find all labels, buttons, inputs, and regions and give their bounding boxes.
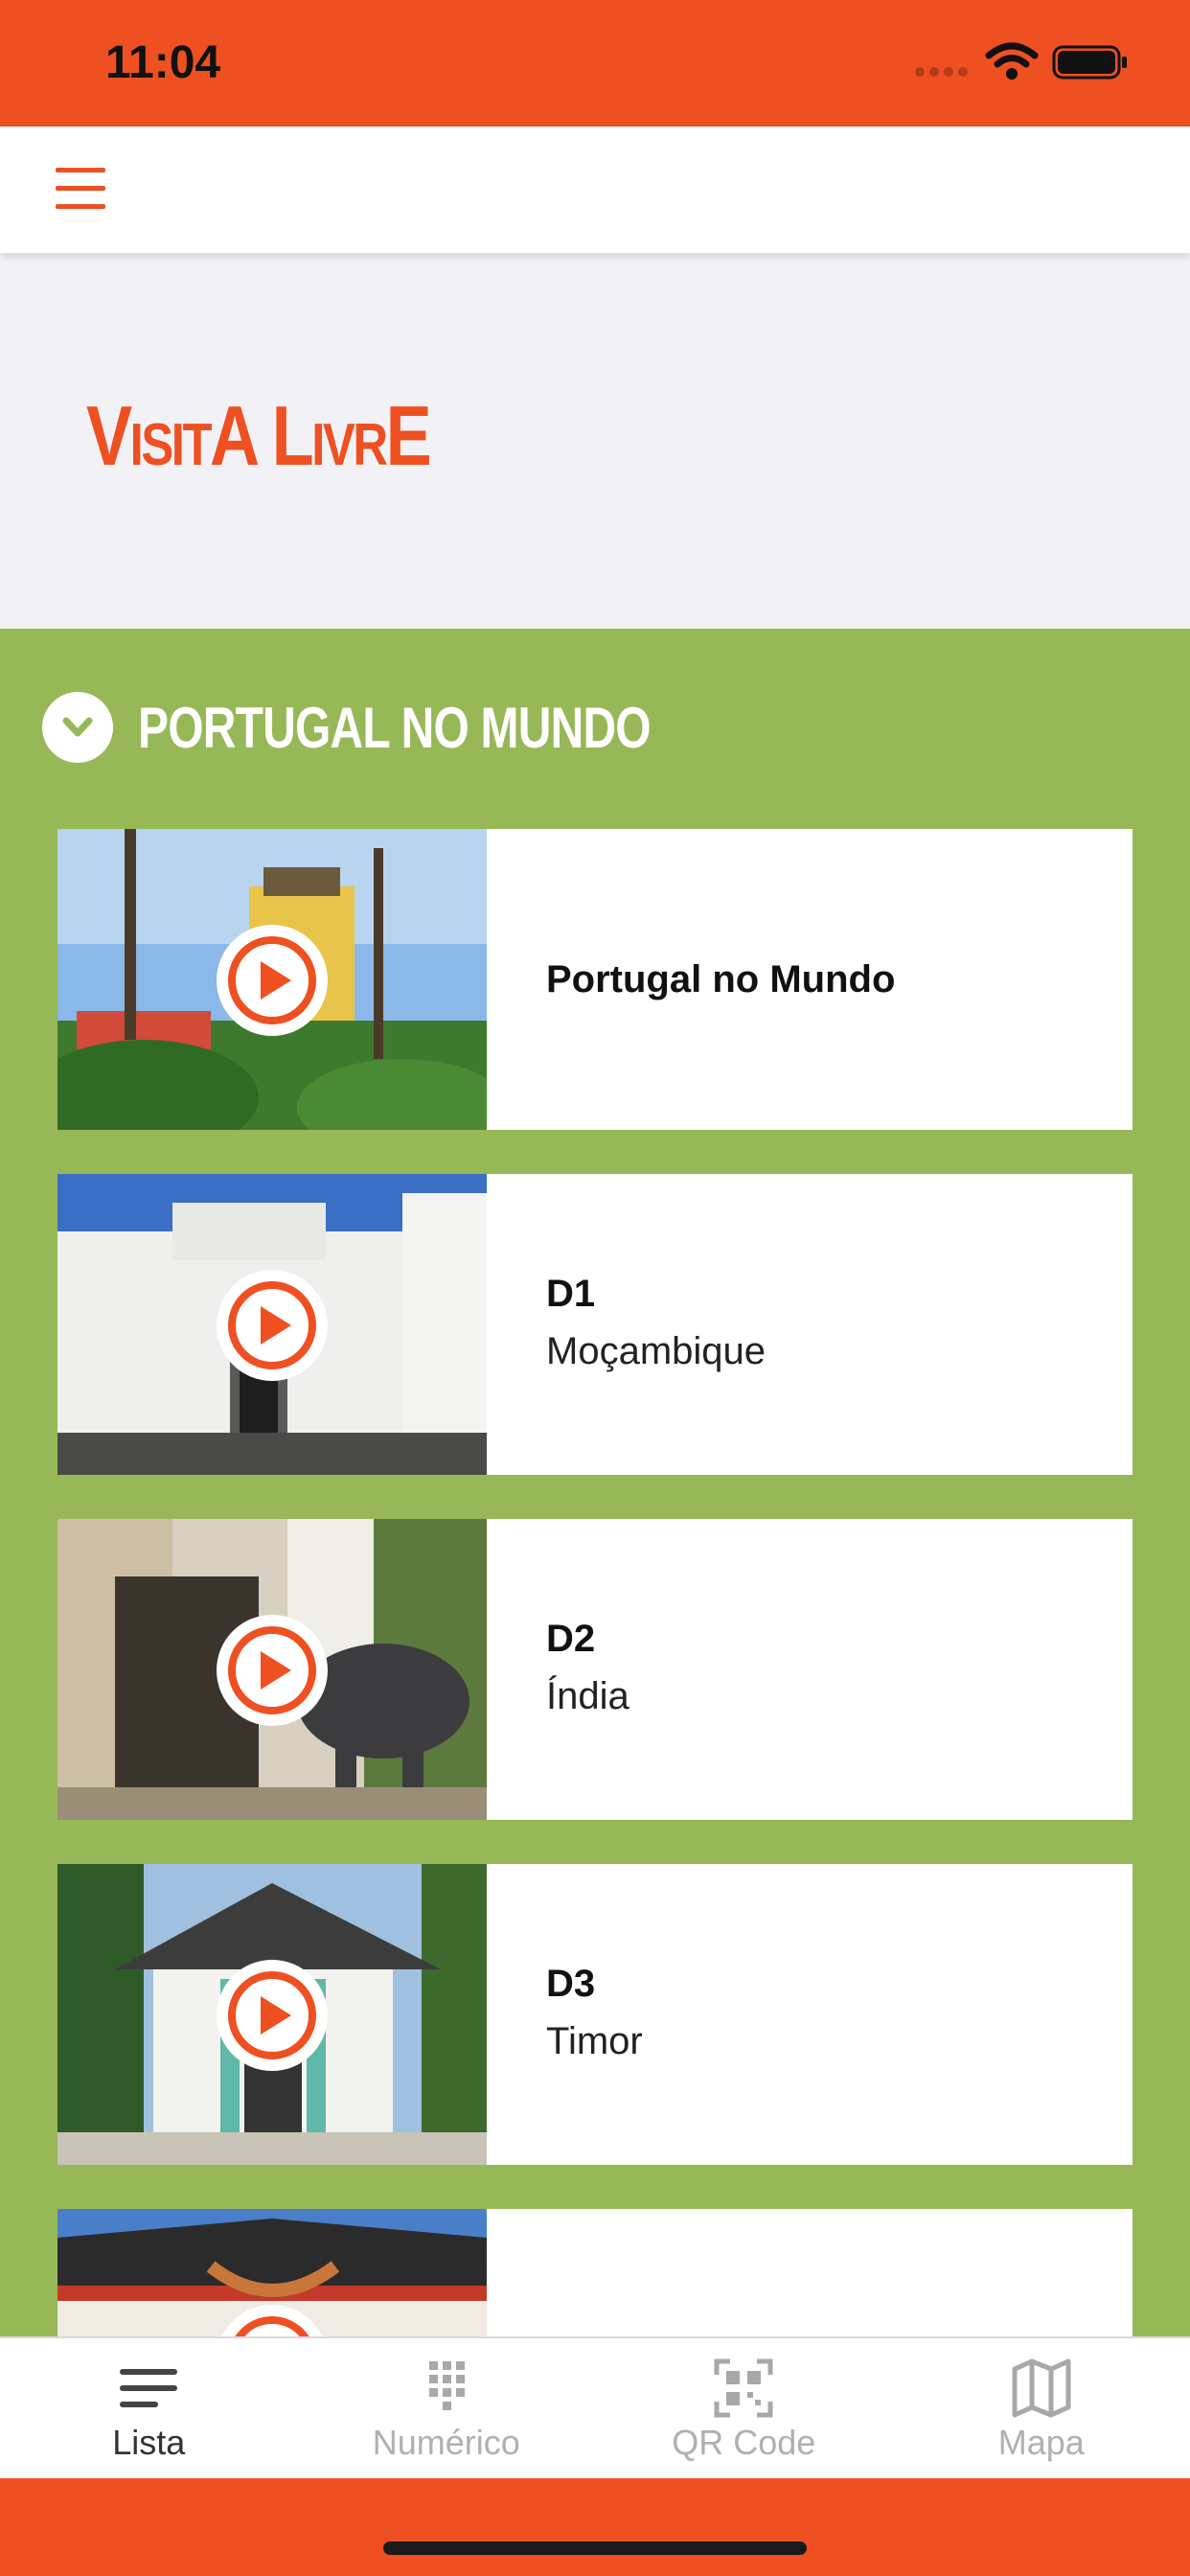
portugal-no-mundo-section: PORTUGAL NO MUNDO Portugal no Mundo D1 M… [0,629,1190,2336]
tab-mapa[interactable]: Mapa [893,2338,1190,2478]
battery-icon [1052,45,1127,80]
section-header[interactable]: PORTUGAL NO MUNDO [42,692,779,763]
thumbnail-image [57,1864,487,2165]
list-icon [120,2369,178,2407]
chevron-down-icon [42,692,113,763]
tab-qr-code[interactable]: QR Code [595,2338,893,2478]
thumbnail-image [57,829,487,1130]
item-code: D1 [546,1273,596,1315]
home-indicator-area [0,2478,1190,2576]
list-item[interactable]: D3 Timor [57,1864,1133,2165]
qr-code-icon [714,2358,773,2418]
wifi-icon [985,42,1039,80]
item-name: Índia [546,1675,629,1717]
item-name: Moçambique [546,1330,767,1372]
list-item[interactable]: D4 [57,2209,1133,2336]
thumbnail-image [57,1519,487,1820]
status-time: 11:04 [105,37,221,88]
item-code: D2 [546,1618,596,1660]
play-icon[interactable] [215,2303,330,2336]
visita-livre-logo: VisitA LivrE [86,388,432,483]
cellular-signal-icon [915,67,968,77]
play-icon[interactable] [215,1268,330,1383]
list-item[interactable]: D1 Moçambique [57,1174,1133,1475]
tab-label: QR Code [672,2423,816,2462]
map-icon [1012,2358,1071,2418]
item-name: Timor [546,2020,643,2062]
thumbnail-image [57,1174,487,1475]
item-code: D3 [546,1963,596,2005]
play-icon[interactable] [215,1613,330,1728]
tab-bar: Lista Numérico QR Code Mapa [0,2336,1190,2478]
navigation-bar [0,126,1190,253]
keypad-icon [428,2361,465,2410]
tab-label: Lista [112,2423,186,2462]
hero-banner: VisitA LivrE [0,253,1190,629]
play-icon[interactable] [215,1958,330,2073]
tab-label: Mapa [997,2423,1085,2462]
play-icon[interactable] [215,923,330,1038]
section-title: PORTUGAL NO MUNDO [138,695,652,760]
home-indicator[interactable] [383,2542,807,2555]
tab-label: Numérico [372,2423,520,2462]
list-item[interactable]: Portugal no Mundo [57,829,1133,1130]
item-title: Portugal no Mundo [546,957,896,1000]
hamburger-menu-icon[interactable] [56,168,105,210]
tab-lista[interactable]: Lista [0,2338,298,2478]
status-bar: 11:04 [0,0,1190,126]
tab-numerico[interactable]: Numérico [298,2338,596,2478]
thumbnail-image [57,2209,487,2336]
list-item[interactable]: D2 Índia [57,1519,1133,1820]
